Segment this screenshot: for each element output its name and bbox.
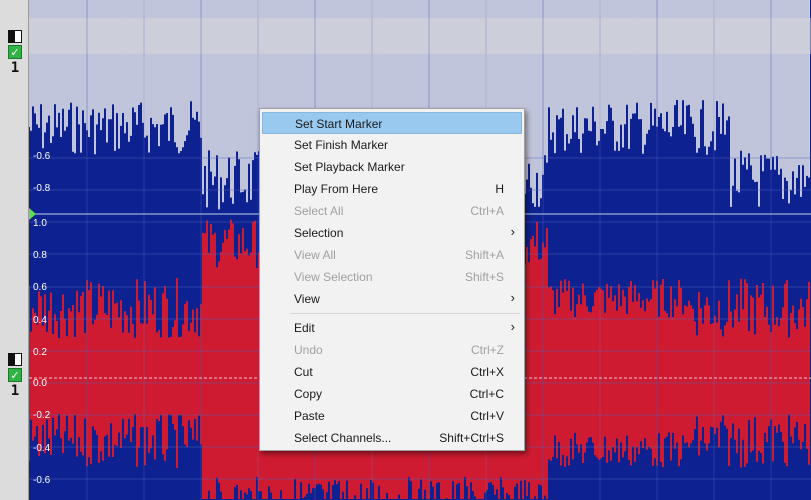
menu-item-set-start-marker[interactable]: Set Start Marker [262,112,522,134]
menu-item-label: Selection [294,226,344,240]
channel-number: 1 [10,383,20,399]
checkmark-icon: ✓ [10,368,20,382]
menu-item-shortcut: Ctrl+A [470,204,504,218]
menu-item-label: Select Channels... [294,431,392,445]
menu-item-set-finish-marker[interactable]: Set Finish Marker [262,134,522,156]
menu-item-shortcut: Ctrl+X [470,365,504,379]
checkmark-icon: ✓ [10,45,20,59]
menu-item-shortcut: Ctrl+V [470,409,504,423]
chevron-right-icon: › [510,224,515,239]
menu-item-view-selection[interactable]: View Selection Shift+S [262,266,522,288]
y-axis-label: 0.6 [33,282,47,293]
y-axis-label: 0.2 [33,347,47,358]
y-axis-label: 1.0 [33,218,47,229]
channel-select-box[interactable] [8,30,22,43]
y-axis-label: -0.6 [33,151,51,162]
y-axis-label: 0.8 [33,250,47,261]
menu-item-set-playback-marker[interactable]: Set Playback Marker [262,156,522,178]
menu-item-select-all[interactable]: Select All Ctrl+A [262,200,522,222]
menu-item-label: View Selection [294,270,373,284]
menu-item-label: Copy [294,387,323,401]
y-axis-label: -0.4 [33,443,51,454]
channel-enabled-checkbox[interactable]: ✓ [8,368,22,382]
channel-enabled-checkbox[interactable]: ✓ [8,45,22,59]
menu-item-label: Select All [294,204,344,218]
menu-item-shortcut: Shift+A [464,248,504,262]
channel-gutter: ✓ 1 ✓ 1 [0,0,29,500]
y-axis-label: -0.8 [33,183,51,194]
channel-number: 1 [10,60,20,76]
menu-item-view[interactable]: View › [262,288,522,310]
menu-item-label: View All [294,248,336,262]
chevron-right-icon: › [510,290,515,305]
channel-select-box[interactable] [8,353,22,366]
menu-item-label: Set Finish Marker [294,138,389,152]
y-axis-label: 0.4 [33,315,47,326]
menu-item-undo[interactable]: Undo Ctrl+Z [262,339,522,361]
menu-item-shortcut: Shift+S [464,270,504,284]
menu-item-select-channels[interactable]: Select Channels... Shift+Ctrl+S [262,427,522,449]
menu-separator [290,313,520,314]
menu-item-paste[interactable]: Paste Ctrl+V [262,405,522,427]
menu-item-label: Paste [294,409,325,423]
menu-item-label: Set Playback Marker [294,160,405,174]
menu-item-shortcut: H [495,182,504,196]
channel-control-1: ✓ 1 [8,30,24,76]
menu-item-shortcut: Ctrl+Z [471,343,504,357]
menu-item-label: Edit [294,321,315,335]
y-axis-label: 0.0 [33,378,47,389]
channel-control-2: ✓ 1 [8,353,24,399]
menu-item-shortcut: Ctrl+C [469,387,504,401]
menu-item-cut[interactable]: Cut Ctrl+X [262,361,522,383]
chevron-right-icon: › [510,319,515,334]
menu-item-label: Play From Here [294,182,379,196]
menu-item-label: View [294,292,320,306]
y-axis-label: -0.2 [33,410,51,421]
menu-item-label: Undo [294,343,323,357]
menu-item-label: Set Start Marker [295,117,383,131]
y-axis-label: -0.6 [33,475,51,486]
context-menu: Set Start Marker Set Finish Marker Set P… [259,108,525,451]
menu-item-copy[interactable]: Copy Ctrl+C [262,383,522,405]
menu-item-view-all[interactable]: View All Shift+A [262,244,522,266]
menu-item-shortcut: Shift+Ctrl+S [439,431,504,445]
menu-item-play-from-here[interactable]: Play From Here H [262,178,522,200]
menu-item-edit[interactable]: Edit › [262,317,522,339]
menu-item-label: Cut [294,365,313,379]
menu-item-selection[interactable]: Selection › [262,222,522,244]
